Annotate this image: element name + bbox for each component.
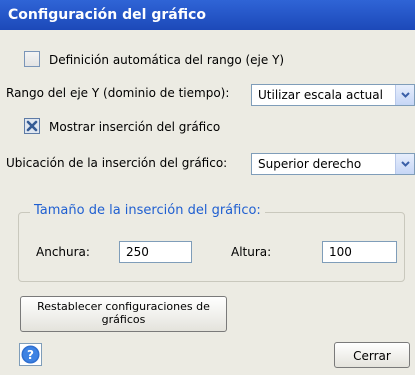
insert-location-label: Ubicación de la inserción del gráfico: [6,156,228,170]
y-range-select[interactable]: Utilizar escala actual [251,84,415,106]
height-input[interactable]: 100 [322,241,397,263]
insert-size-group-title: Tamaño de la inserción del gráfico: [30,203,265,218]
height-value: 100 [329,245,352,259]
height-label: Altura: [231,245,272,259]
y-range-value: Utilizar escala actual [258,88,383,102]
insert-location-value: Superior derecho [258,157,362,171]
auto-range-checkbox[interactable] [24,51,40,67]
insert-location-select[interactable]: Superior derecho [251,153,415,175]
y-range-label: Rango del eje Y (dominio de tiempo): [6,86,230,100]
reset-button-line1: Restablecer configuraciones de [37,300,210,313]
close-button-label: Cerrar [353,349,391,363]
dialog-title: Configuración del gráfico [8,7,206,23]
help-button[interactable]: ? [19,343,42,366]
reset-button-line2: gráficos [101,313,146,326]
chevron-down-icon[interactable] [395,154,414,174]
help-icon: ? [21,345,40,364]
width-value: 250 [126,245,149,259]
reset-chart-settings-button[interactable]: Restablecer configuraciones de gráficos [20,296,227,332]
auto-range-label: Definición automática del rango (eje Y) [49,53,285,67]
check-icon [26,120,38,132]
close-button[interactable]: Cerrar [334,342,410,368]
svg-text:?: ? [27,348,34,362]
chevron-down-icon[interactable] [395,85,414,105]
dialog-title-bar: Configuración del gráfico [0,0,415,30]
width-label: Anchura: [36,245,90,259]
show-insert-label: Mostrar inserción del gráfico [49,120,221,134]
width-input[interactable]: 250 [119,241,192,263]
show-insert-checkbox[interactable] [24,118,40,134]
